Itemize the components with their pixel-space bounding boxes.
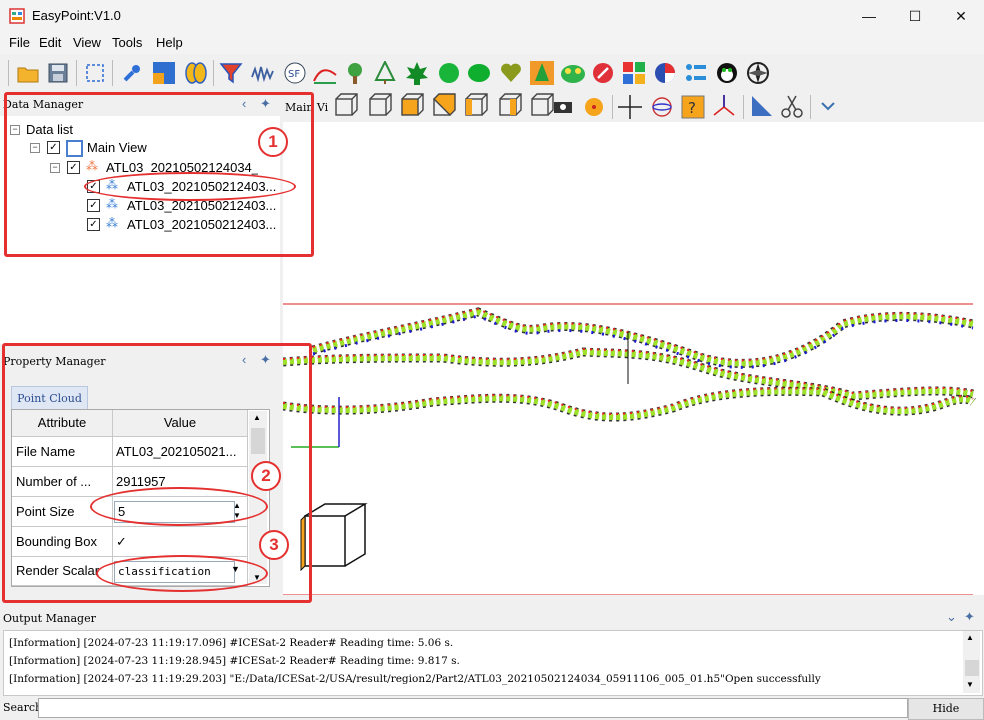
annotation-2: 2 — [251, 461, 281, 491]
annotation-ellipse — [84, 172, 296, 201]
orbit-icon — [652, 97, 672, 117]
ground-icon[interactable] — [312, 60, 338, 86]
menu-view[interactable]: View — [73, 35, 101, 50]
main-toolbar — [0, 54, 984, 93]
svg-text:?: ? — [688, 99, 696, 117]
maximize-button[interactable]: ☐ — [892, 0, 938, 32]
minimize-button[interactable]: — — [846, 0, 892, 32]
forest-icon[interactable] — [529, 60, 555, 86]
annotation-ellipse — [90, 487, 268, 526]
save-icon[interactable] — [45, 60, 71, 86]
menu-file[interactable]: File — [9, 35, 30, 50]
close-button[interactable]: ✕ — [938, 0, 984, 32]
scroll-up-icon[interactable]: ▲ — [966, 633, 974, 642]
blob-icon[interactable] — [466, 60, 492, 86]
annotation-ellipse — [96, 555, 268, 592]
menu-bar — [0, 32, 984, 54]
heart-icon[interactable] — [498, 60, 524, 86]
open-folder-icon[interactable] — [15, 60, 41, 86]
search-input[interactable] — [38, 698, 908, 718]
menu-tools[interactable]: Tools — [112, 35, 142, 50]
hide-button[interactable]: Hide — [908, 698, 984, 720]
annotation-3: 3 — [259, 530, 289, 560]
noise-icon[interactable] — [250, 60, 276, 86]
top-view-icon — [401, 93, 424, 116]
iso-view-icon — [531, 93, 554, 116]
log-line: [Information] [2024-07-23 11:19:17.096] … — [9, 637, 454, 649]
sf-icon[interactable]: SF — [282, 60, 308, 86]
scissors-icon — [781, 95, 803, 118]
scroll-thumb[interactable] — [965, 660, 979, 676]
axes-icon — [713, 95, 735, 116]
camera-icon — [554, 102, 572, 113]
layers-icon[interactable] — [151, 60, 177, 86]
point-cloud-render[interactable] — [283, 122, 984, 595]
output-manager-title: Output Manager — [3, 612, 96, 625]
menu-help[interactable]: Help — [156, 35, 183, 50]
annotation-1: 1 — [258, 127, 288, 157]
center-icon — [585, 98, 603, 116]
wrench-icon[interactable] — [119, 60, 145, 86]
eraser-icon[interactable] — [590, 60, 616, 86]
chevron-down-icon — [821, 102, 835, 111]
conifer-icon[interactable] — [372, 60, 398, 86]
filter-icon[interactable] — [218, 60, 244, 86]
chevron-down-icon[interactable]: ⌄ — [946, 609, 957, 625]
frog-icon[interactable] — [560, 60, 586, 86]
log-line: [Information] [2024-07-23 11:19:29.203] … — [9, 673, 821, 685]
scroll-down-icon[interactable]: ▼ — [966, 680, 974, 689]
select-icon[interactable] — [82, 60, 108, 86]
title-bar — [0, 0, 984, 32]
canopy-icon[interactable] — [436, 60, 462, 86]
svg-text:SF: SF — [288, 69, 300, 80]
coins-icon[interactable] — [183, 60, 209, 86]
pin-icon[interactable]: ✦ — [964, 609, 975, 625]
search-label: Search — [3, 701, 43, 714]
front-view-icon — [335, 93, 358, 116]
face-icon[interactable] — [714, 60, 740, 86]
bottom-view-icon — [433, 93, 456, 116]
left-view-icon — [465, 93, 488, 116]
view-tools[interactable]: ? — [330, 93, 850, 121]
menu-edit[interactable]: Edit — [39, 35, 61, 50]
log-line: [Information] [2024-07-23 11:19:28.945] … — [9, 655, 460, 667]
back-view-icon — [369, 93, 392, 116]
leaf-icon[interactable] — [404, 60, 430, 86]
compass-icon[interactable] — [745, 60, 771, 86]
dots-icon[interactable] — [683, 60, 709, 86]
window-title: EasyPoint:V1.0 — [32, 8, 121, 23]
slice-icon — [752, 96, 772, 116]
grid-icon[interactable] — [621, 60, 647, 86]
tree-icon[interactable] — [342, 60, 368, 86]
crosshair-icon — [618, 95, 642, 119]
right-view-icon — [499, 93, 522, 116]
app-logo-icon — [9, 8, 25, 24]
help-icon: ? — [681, 95, 705, 119]
pie-icon[interactable] — [652, 60, 678, 86]
